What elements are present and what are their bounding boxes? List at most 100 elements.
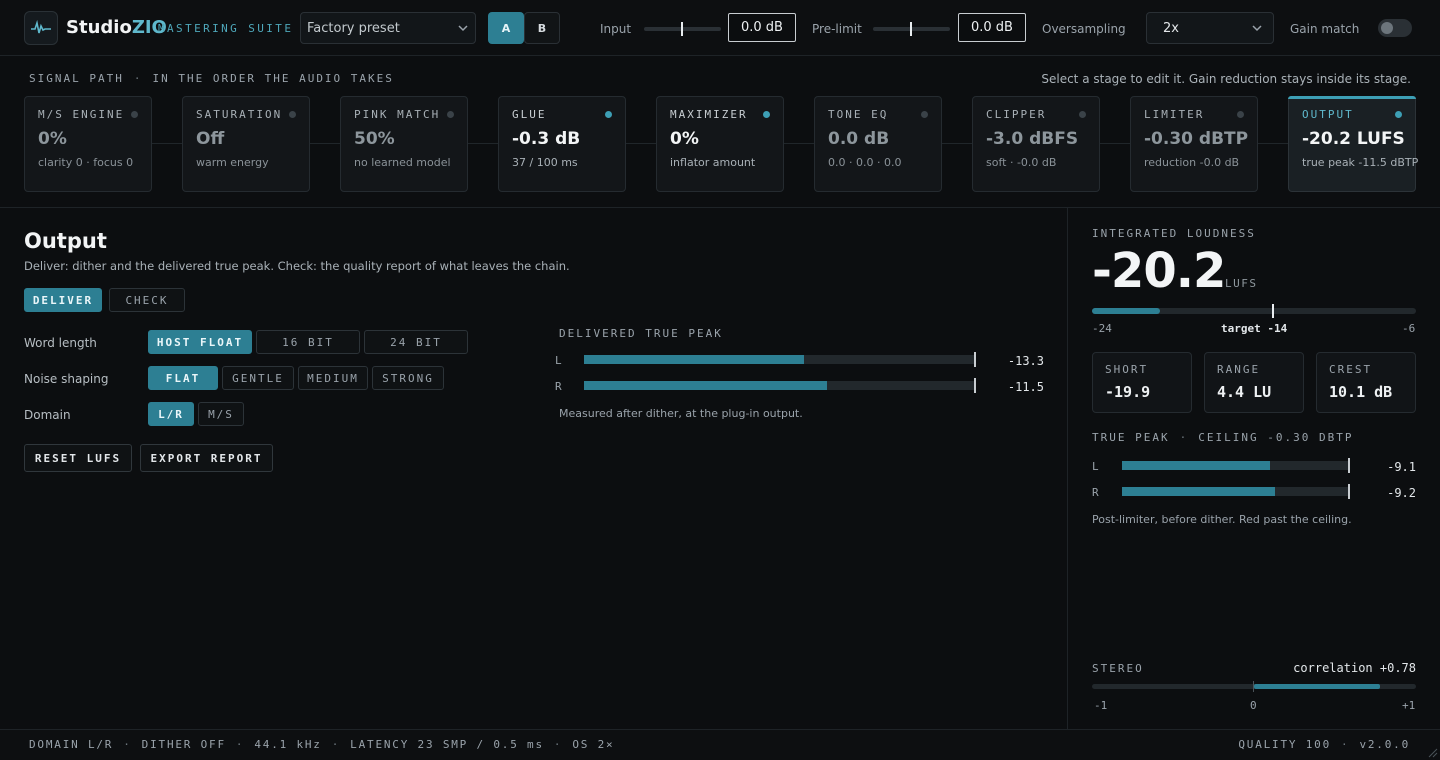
stage-limiter[interactable]: LIMITER -0.30 dBTP reduction -0.0 dB [1130,96,1258,192]
input-value[interactable]: 0.0 dB [728,13,796,42]
toggle-knob [1381,22,1393,34]
integrated-loudness-title: INTEGRATED LOUDNESS [1092,227,1256,240]
correlation-fill [1254,684,1381,689]
stage-output[interactable]: OUTPUT -20.2 LUFS true peak -11.5 dBTP [1288,96,1419,192]
status-version: v2.0.0 [1359,738,1410,751]
brand-name: StudioZIO [66,17,167,38]
stage-value: -0.30 dBTP [1144,129,1249,149]
stage-status-dot [131,111,138,118]
correlation-scale-min: -1 [1094,699,1108,712]
noise-shaping-medium[interactable]: MEDIUM [298,366,368,390]
stage-name: PINK MATCH [354,108,441,121]
logo [24,11,58,45]
meter-ceiling-marker [974,378,976,393]
loudness-bar-fill [1092,308,1161,314]
meter-channel-right: R [1092,486,1099,499]
reset-lufs-button[interactable]: RESET LUFS [24,444,132,472]
stage-tone-eq[interactable]: TONE EQ 0.0 dB 0.0 · 0.0 · 0.0 [814,96,942,192]
stage-status-dot [763,111,770,118]
prelimit-value[interactable]: 0.0 dB [958,13,1026,42]
section-divider [0,207,1440,208]
stat-short: SHORT -19.9 [1092,352,1192,413]
stage-detail: warm energy [196,156,269,169]
stage-clipper[interactable]: CLIPPER -3.0 dBFS soft · -0.0 dB [972,96,1100,192]
correlation-scale-mid: 0 [1250,699,1257,712]
word-length-16-bit[interactable]: 16 BIT [256,330,360,354]
loudness-bar [1092,304,1416,318]
preset-select[interactable]: Factory preset [300,12,476,44]
word-length-label: Word length [24,336,97,350]
stage-value: -20.2 LUFS [1302,129,1405,149]
true-peak-right-value: -9.2 [1387,486,1416,500]
status-quality: QUALITY 100 [1238,738,1332,751]
noise-shaping-gentle[interactable]: GENTLE [222,366,294,390]
stage-maximizer[interactable]: MAXIMIZER 0% inflator amount [656,96,784,192]
stage-detail: 0.0 · 0.0 · 0.0 [828,156,902,169]
prelimit-slider[interactable] [873,22,950,36]
meter-fill [584,381,828,390]
integrated-loudness-unit: LUFS [1225,277,1258,290]
stage-status-dot [1237,111,1244,118]
true-peak-note: Post-limiter, before dither. Red past th… [1092,513,1352,526]
domain-lr[interactable]: L/R [148,402,194,426]
input-slider-thumb[interactable] [681,22,683,36]
panel-title: Output [24,229,107,253]
signal-path-hint: Select a stage to edit it. Gain reductio… [1041,72,1411,86]
stage-pink-match[interactable]: PINK MATCH 50% no learned model [340,96,468,192]
stage-saturation[interactable]: SATURATION Off warm energy [182,96,310,192]
loudness-scale-target: target -14 [1221,322,1288,335]
true-peak-meter-left [1122,458,1350,473]
ab-a-button[interactable]: A [488,12,524,44]
meter-ceiling-marker [1348,484,1350,499]
meter-ceiling-marker [1348,458,1350,473]
loudness-scale-max: -6 [1402,322,1416,335]
delivered-peak-note: Measured after dither, at the plug-in ou… [559,407,803,420]
stage-value: Off [196,129,225,149]
delivered-peak-meter-left [584,352,976,367]
input-slider[interactable] [644,22,721,36]
stage-value: -3.0 dBFS [986,129,1079,149]
oversampling-label: Oversampling [1042,22,1126,36]
resize-grip-icon[interactable] [1426,746,1438,758]
domain-ms[interactable]: M/S [198,402,244,426]
true-peak-title: TRUE PEAK · CEILING -0.30 dBTP [1092,431,1354,444]
tab-check[interactable]: CHECK [109,288,185,312]
stage-detail: soft · -0.0 dB [986,156,1057,169]
integrated-loudness-value: -20.2 [1092,243,1226,299]
meter-channel-left: L [1092,460,1099,473]
noise-shaping-flat[interactable]: FLAT [148,366,218,390]
stage-value: 0.0 dB [828,129,890,149]
tab-deliver[interactable]: DELIVER [24,288,102,312]
stage-value: -0.3 dB [512,129,581,149]
panel-divider [1067,208,1068,729]
export-report-button[interactable]: EXPORT REPORT [140,444,273,472]
true-peak-label: TRUE PEAK [1092,431,1170,444]
stat-label: CREST [1329,363,1373,376]
oversampling-select[interactable]: 2x [1146,12,1274,44]
word-length-24-bit[interactable]: 24 BIT [364,330,468,354]
stage-status-dot [605,111,612,118]
stage-detail: true peak -11.5 dBTP [1302,156,1419,169]
stage-name: LIMITER [1144,108,1205,121]
stereo-title: STEREO [1092,662,1144,675]
word-length-host-float[interactable]: HOST FLOAT [148,330,252,354]
chevron-down-icon [458,25,468,32]
preset-value: Factory preset [307,20,400,36]
loudness-scale-min: -24 [1092,322,1112,335]
stage-glue[interactable]: GLUE -0.3 dB 37 / 100 ms [498,96,626,192]
gain-match-toggle[interactable] [1378,19,1412,37]
stage-status-dot [289,111,296,118]
stat-value: 4.4 LU [1217,383,1272,401]
stage-ms-engine[interactable]: M/S ENGINE 0% clarity 0 · focus 0 [24,96,152,192]
stage-status-dot [447,111,454,118]
noise-shaping-strong[interactable]: STRONG [372,366,444,390]
status-dither: DITHER OFF [141,738,226,751]
prelimit-slider-thumb[interactable] [910,22,912,36]
oversampling-value: 2x [1163,20,1179,36]
stage-detail: 37 / 100 ms [512,156,578,169]
meter-ceiling-marker [974,352,976,367]
delivered-peak-right-value: -11.5 [1007,380,1044,394]
meter-fill [584,355,804,364]
ab-b-button[interactable]: B [524,12,560,44]
stage-name: SATURATION [196,108,283,121]
